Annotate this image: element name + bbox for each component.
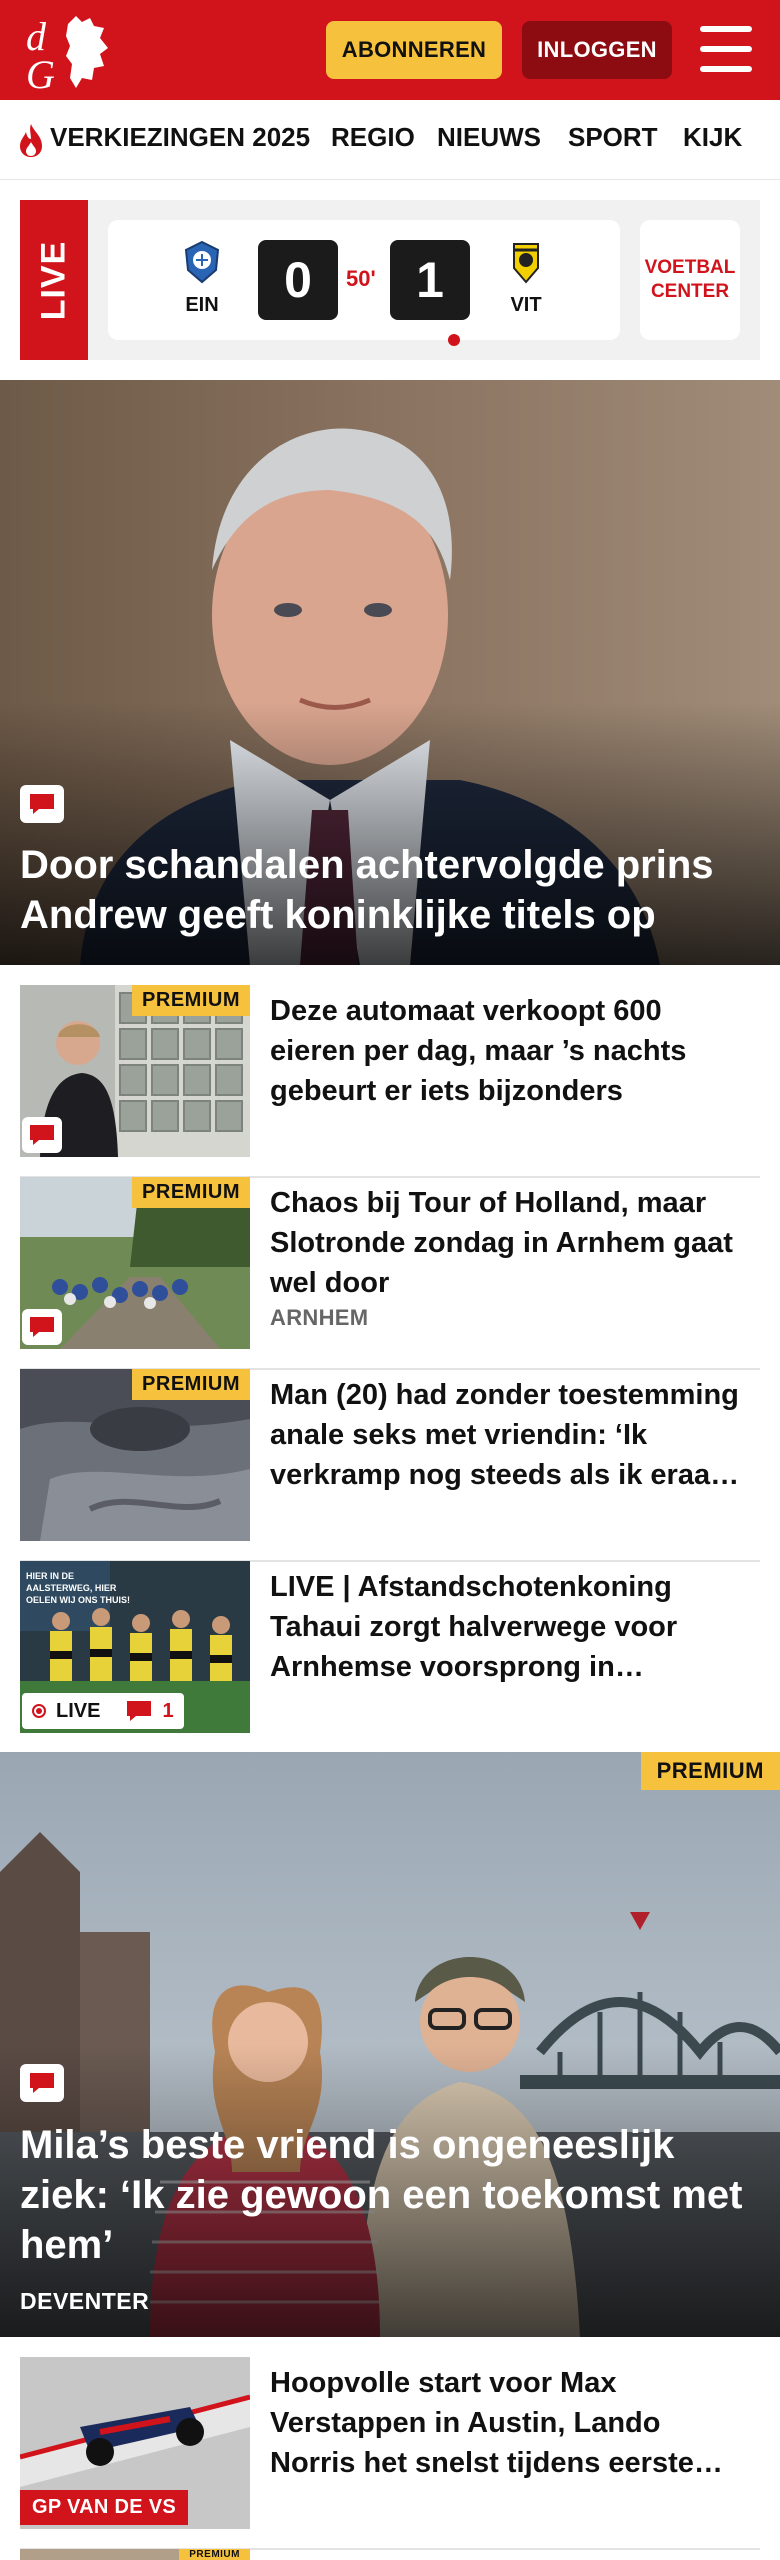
- list-item[interactable]: PREMIUM Chaos bij Tour of Holland, maar …: [20, 1177, 760, 1370]
- list-item[interactable]: GP VAN DE VS Hoopvolle start voor Max Ve…: [20, 2357, 760, 2550]
- nav-item-nieuws[interactable]: NIEUWS: [437, 122, 541, 153]
- away-team-label: VIT: [510, 294, 542, 316]
- article-title[interactable]: LIVE | Afstandschotenkoning Tahaui zorgt…: [270, 1567, 750, 1687]
- comment-icon: [22, 1309, 62, 1345]
- premium-badge: PREMIUM: [640, 1752, 780, 1790]
- article-location: ARNHEM: [270, 1305, 369, 1330]
- svg-text:G: G: [26, 52, 55, 92]
- article-title[interactable]: Hoopvolle start voor Max Verstappen in A…: [270, 2363, 750, 2483]
- away-score: 1: [390, 240, 470, 320]
- voetbal-center-line1: VOETBAL: [644, 257, 736, 278]
- nav-item-kijk[interactable]: KIJK: [683, 122, 742, 153]
- score-card[interactable]: EIN 0 50' 1 VIT: [108, 220, 620, 346]
- article-thumbnail: PREMIUM: [20, 1177, 250, 1349]
- login-button[interactable]: INLOGGEN: [522, 21, 672, 79]
- list-item[interactable]: HIER IN DE AALSTERWEG, HIER OELEN WIJ ON…: [20, 1561, 760, 1754]
- svg-text:AALSTERWEG, HIER: AALSTERWEG, HIER: [26, 1583, 117, 1593]
- home-score: 0: [258, 240, 338, 320]
- premium-badge: PREMIUM: [132, 1177, 250, 1208]
- article-thumbnail: PREMIUM: [20, 985, 250, 1157]
- match-minute: 50': [346, 266, 376, 291]
- svg-text:HIER IN DE: HIER IN DE: [26, 1571, 74, 1581]
- top-bar: d G ABONNEREN INLOGGEN: [0, 0, 780, 100]
- voetbal-center-button[interactable]: VOETBAL CENTER: [640, 220, 740, 340]
- comment-icon: [20, 2064, 64, 2102]
- comment-icon: [20, 785, 64, 823]
- comment-icon: [22, 1117, 62, 1153]
- home-crest-icon: [184, 240, 220, 284]
- article-title[interactable]: Man (20) had zonder toestem­ming anale s…: [270, 1375, 750, 1495]
- goal-indicator: [448, 334, 460, 346]
- feature-title[interactable]: Mila’s beste vriend is ongeneeslijk ziek…: [20, 2120, 760, 2270]
- flame-icon: [20, 124, 42, 157]
- article-thumbnail: PREMIUM: [20, 1369, 250, 1541]
- feature-article[interactable]: PREMIUM Mila’s beste vriend is ongeneesl…: [0, 1752, 780, 2337]
- list-item[interactable]: PREMIUM Deze automaat verkoopt 600 eiere…: [20, 985, 760, 1178]
- hero-title[interactable]: Door schandalen achtervolgde prins Andre…: [20, 840, 760, 940]
- article-thumbnail: GP VAN DE VS: [20, 2357, 250, 2529]
- comment-count: 1: [126, 1699, 174, 1723]
- article-title[interactable]: Deze automaat verkoopt 600 eieren per da…: [270, 991, 750, 1111]
- article-thumbnail: PREMIUM: [20, 2549, 250, 2560]
- main-nav: VERKIEZINGEN 2025 REGIO NIEUWS SPORT KIJ…: [0, 100, 780, 180]
- menu-icon[interactable]: [700, 26, 752, 72]
- home-team-label: EIN: [185, 294, 219, 316]
- away-team: VIT: [496, 240, 556, 317]
- feature-location: DEVENTER: [20, 2288, 150, 2314]
- away-crest-icon: [513, 243, 539, 284]
- nav-item-verkiezingen[interactable]: VERKIEZINGEN 2025: [50, 122, 310, 153]
- article-thumbnail: HIER IN DE AALSTERWEG, HIER OELEN WIJ ON…: [20, 1561, 250, 1733]
- live-score-bar: LIVE EIN 0 50' 1 VIT VOETBAL CENTER: [20, 200, 760, 360]
- article-title[interactable]: Chaos bij Tour of Holland, maar Slotrond…: [270, 1183, 750, 1303]
- comment-count-value: 1: [162, 1699, 174, 1722]
- nav-item-regio[interactable]: REGIO: [331, 122, 415, 153]
- nav-item-sport[interactable]: SPORT: [568, 122, 658, 153]
- logo-icon[interactable]: d G: [22, 10, 118, 92]
- comment-icon: [127, 1701, 152, 1721]
- list-item[interactable]: PREMIUM Man (20) had zonder toestem­ming…: [20, 1369, 760, 1562]
- live-tab[interactable]: LIVE: [20, 200, 88, 360]
- live-tab-label: LIVE: [34, 240, 73, 320]
- section-badge[interactable]: GP VAN DE VS: [20, 2490, 189, 2525]
- subscribe-button[interactable]: ABONNEREN: [326, 21, 502, 79]
- premium-badge: PREMIUM: [132, 1369, 250, 1400]
- premium-badge: PREMIUM: [179, 2549, 250, 2560]
- voetbal-center-line2: CENTER: [650, 281, 730, 302]
- svg-text:OELEN WIJ ONS THUIS!: OELEN WIJ ONS THUIS!: [26, 1595, 130, 1605]
- home-team: EIN: [172, 240, 232, 317]
- list-item[interactable]: PREMIUM: [20, 2549, 760, 2560]
- hero-article[interactable]: Door schandalen achtervolgde prins Andre…: [0, 380, 780, 965]
- premium-badge: PREMIUM: [132, 985, 250, 1016]
- live-badge-label: LIVE: [56, 1699, 101, 1722]
- live-badge: LIVE 1: [22, 1693, 184, 1729]
- live-dot-icon: [32, 1704, 46, 1718]
